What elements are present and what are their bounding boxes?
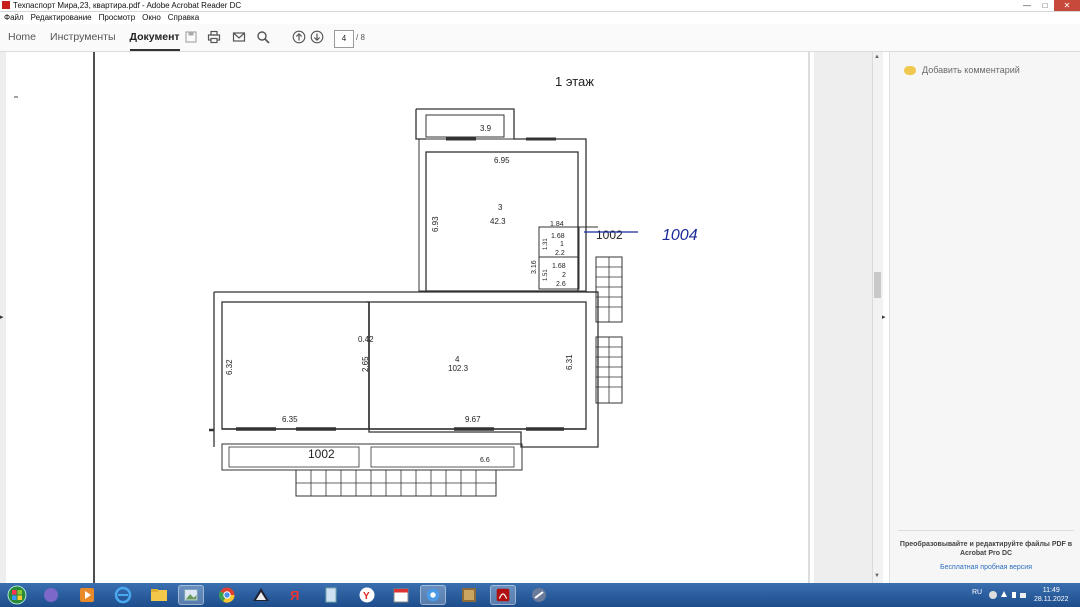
page-total: / 8 [356, 33, 365, 42]
floor-title: 1 этаж [555, 74, 594, 89]
dim-bottom-right: 9.67 [465, 415, 481, 424]
document-icon[interactable] [318, 585, 344, 605]
room4-id: 4 [455, 355, 460, 364]
room3-area: 42.3 [490, 217, 506, 226]
acrobat-taskbar-icon[interactable] [490, 585, 516, 605]
promo-text: Преобразовывайте и редактируйте файлы PD… [899, 541, 1073, 557]
save-icon[interactable] [184, 30, 198, 44]
room2-area: 2.6 [556, 281, 566, 288]
taskbar: Я Y RU 11:49 28.11.2022 [0, 583, 1080, 607]
handwritten-number: 1004 [662, 227, 698, 244]
tab-bar: Home Инструменты Документ [8, 24, 194, 51]
add-comment-label: Добавить комментарий [922, 65, 1020, 75]
dim-right-height: 6.31 [565, 354, 574, 370]
yandex-icon[interactable]: Я [282, 585, 308, 605]
minimize-button[interactable]: — [1018, 0, 1036, 11]
close-button[interactable]: ✕ [1054, 0, 1080, 11]
archive-icon[interactable] [456, 585, 482, 605]
dim-porch: 6.6 [480, 457, 490, 464]
calendar-icon[interactable] [388, 585, 414, 605]
room1-height: 1.31 [543, 238, 549, 250]
window-title: Техпаспорт Мира,23, квартира.pdf - Adobe… [13, 1, 242, 10]
page-number-input[interactable]: 4 [334, 30, 354, 48]
menu-edit[interactable]: Редактирование [28, 12, 95, 24]
print-icon[interactable] [207, 30, 221, 44]
taskbar-app-icon[interactable] [38, 585, 64, 605]
dim-left-height: 6.32 [225, 359, 234, 375]
svg-text:Я: Я [290, 588, 299, 603]
tab-tools[interactable]: Инструменты [50, 24, 115, 51]
file-explorer-icon[interactable] [146, 585, 172, 605]
tab-home[interactable]: Home [8, 24, 36, 51]
dim-184: 1.84 [550, 221, 564, 228]
room2-height: 1.51 [543, 269, 549, 281]
dim-room3-width: 6.95 [494, 156, 510, 165]
room1-area: 2.2 [555, 250, 565, 257]
room1-id: 1 [560, 241, 564, 248]
scrollbar-thumb[interactable] [874, 272, 881, 298]
building-number: 1002 [308, 447, 335, 461]
right-panel: Добавить комментарий Преобразовывайте и … [889, 52, 1080, 583]
tab-document[interactable]: Документ [129, 24, 180, 51]
taskbar-app-tools-icon[interactable] [526, 585, 552, 605]
page-up-icon[interactable] [292, 30, 306, 44]
email-icon[interactable] [232, 30, 246, 44]
dim-316: 3.16 [531, 260, 538, 274]
yandex-browser-icon[interactable]: Y [354, 585, 380, 605]
floor-plan: 1 этаж 3.9 6.95 6.93 3 42.3 1.84 1.68 1.… [14, 52, 810, 583]
media-player-icon[interactable] [74, 585, 100, 605]
dim-168b: 1.68 [552, 263, 566, 270]
document-area[interactable]: 1 этаж 3.9 6.95 6.93 3 42.3 1.84 1.68 1.… [0, 52, 872, 583]
dim-top-small: 3.9 [480, 124, 492, 133]
taskbar-app-globe-icon[interactable] [420, 585, 446, 605]
dim-168a: 1.68 [551, 233, 565, 240]
pdf-page: 1 этаж 3.9 6.95 6.93 3 42.3 1.84 1.68 1.… [6, 52, 814, 583]
system-tray-icons[interactable] [988, 588, 1028, 602]
internet-explorer-icon[interactable] [110, 585, 136, 605]
acrobat-icon [2, 1, 10, 9]
room3-id: 3 [498, 203, 503, 212]
right-panel-toggle-icon[interactable]: ▸ [882, 313, 886, 321]
add-comment-button[interactable]: Добавить комментарий [904, 65, 1020, 75]
room2-id: 2 [562, 272, 566, 279]
language-indicator[interactable]: RU [972, 589, 982, 596]
taskbar-app-triangle-icon[interactable] [248, 585, 274, 605]
clock-date: 28.11.2022 [1034, 596, 1069, 603]
page-down-icon[interactable] [310, 30, 324, 44]
search-icon[interactable] [256, 30, 270, 44]
start-button[interactable] [4, 585, 30, 605]
clock-time: 11:49 [1042, 587, 1060, 594]
menu-view[interactable]: Просмотр [96, 12, 139, 24]
svg-text:Y: Y [363, 591, 370, 602]
dim-bottom-left: 6.35 [282, 415, 298, 424]
chrome-icon[interactable] [214, 585, 240, 605]
free-trial-link[interactable]: Бесплатная пробная версия [896, 564, 1076, 571]
toolbar: Home Инструменты Документ [0, 24, 1080, 52]
clock[interactable]: 11:49 28.11.2022 [1034, 586, 1069, 604]
room4-area: 102.3 [448, 364, 469, 373]
menu-file[interactable]: Файл [1, 12, 27, 24]
maximize-button[interactable]: □ [1036, 0, 1054, 11]
divider [898, 530, 1074, 531]
comment-icon [904, 65, 916, 75]
image-viewer-icon[interactable] [178, 585, 204, 605]
scroll-down-icon[interactable]: ▼ [874, 573, 880, 579]
left-panel-toggle-icon[interactable]: ▸ [0, 313, 4, 321]
menu-bar: Файл Редактирование Просмотр Окно Справк… [0, 12, 1080, 24]
building-number-right: 1002 [596, 228, 623, 242]
scroll-up-icon[interactable]: ▲ [874, 54, 880, 60]
dim-corner: 0.42 [358, 335, 374, 344]
title-bar: Техпаспорт Мира,23, квартира.pdf - Adobe… [0, 0, 1080, 12]
menu-window[interactable]: Окно [139, 12, 164, 24]
menu-help[interactable]: Справка [165, 12, 202, 24]
dim-room3-height: 6.93 [431, 216, 440, 232]
dim-inner-height: 2.65 [361, 356, 370, 372]
window-controls: — □ ✕ [1018, 0, 1080, 11]
